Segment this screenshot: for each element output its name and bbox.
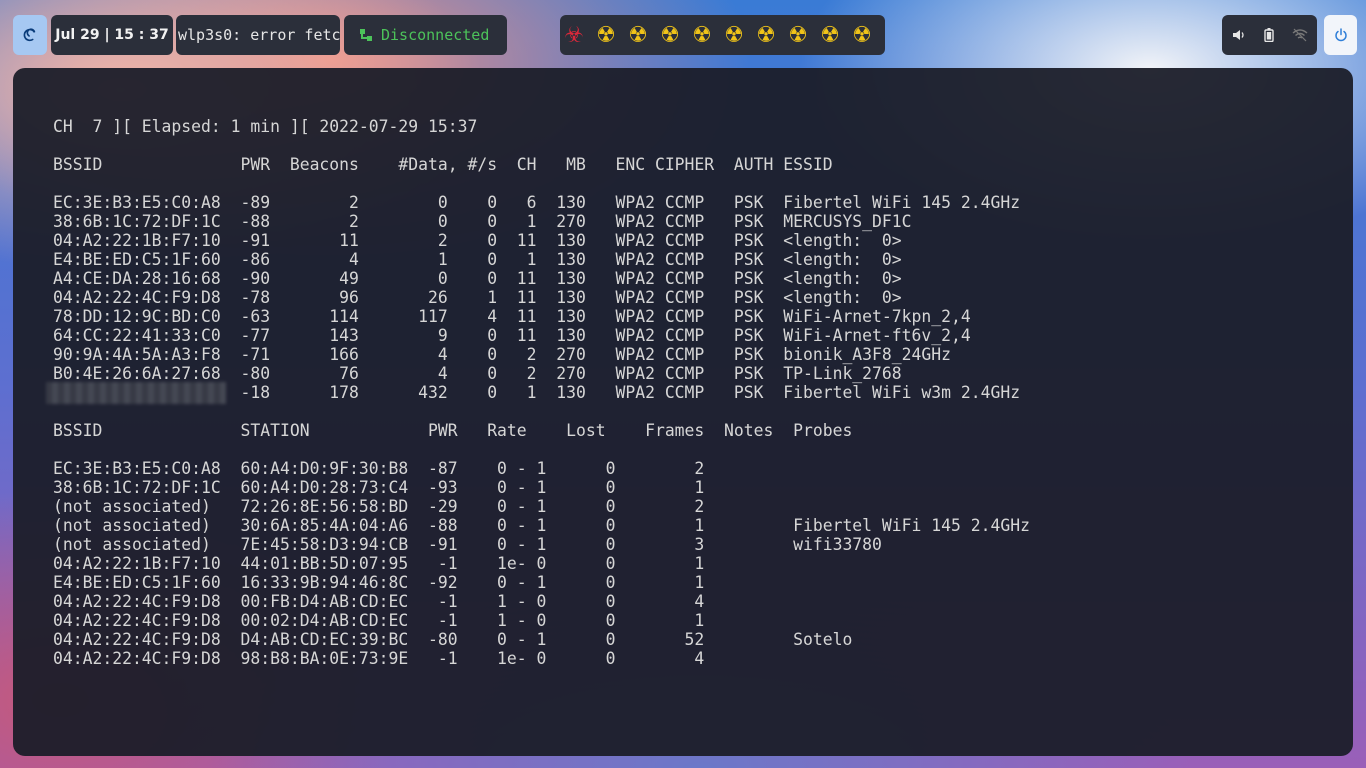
workspace-6-radioactive-icon[interactable]: ☢ <box>722 23 746 48</box>
station-row: 04:A2:22:4C:F9:D8 98:B8:BA:0E:73:9E -1 1… <box>53 649 705 668</box>
station-row: (not associated) 72:26:8E:56:58:BD -29 0… <box>53 497 705 516</box>
terminal-window[interactable]: CH 7 ][ Elapsed: 1 min ][ 2022-07-29 15:… <box>13 68 1353 756</box>
ap-row: EC:3E:B3:E5:C0:A8 -89 2 0 0 6 130 WPA2 C… <box>53 193 1021 212</box>
workspace-1-biohazard-icon[interactable]: ☣ <box>562 23 586 48</box>
workspace-8-radioactive-icon[interactable]: ☢ <box>786 23 810 48</box>
workspace-9-radioactive-icon[interactable]: ☢ <box>818 23 842 48</box>
ap-table: EC:3E:B3:E5:C0:A8 -89 2 0 0 6 130 WPA2 C… <box>53 193 1030 402</box>
status-line: CH 7 ][ Elapsed: 1 min ][ 2022-07-29 15:… <box>53 117 478 136</box>
station-row: EC:3E:B3:E5:C0:A8 60:A4:D0:9F:30:B8 -87 … <box>53 459 705 478</box>
ap-row: B0:4E:26:6A:27:68 -80 76 4 0 2 270 WPA2 … <box>53 364 902 383</box>
ap-row: A4:CE:DA:28:16:68 -90 49 0 0 11 130 WPA2… <box>53 269 902 288</box>
station-row: 04:A2:22:1B:F7:10 44:01:BB:5D:07:95 -1 1… <box>53 554 705 573</box>
station-row: 04:A2:22:4C:F9:D8 D4:AB:CD:EC:39:BC -80 … <box>53 630 853 649</box>
ap-row: 04:A2:22:4C:F9:D8 -78 96 26 1 11 130 WPA… <box>53 288 902 307</box>
ap-row: 78:DD:12:9C:BD:C0 -63 114 117 4 11 130 W… <box>53 307 971 326</box>
connection-status[interactable]: Disconnected <box>344 15 507 55</box>
workspace-4-radioactive-icon[interactable]: ☢ <box>658 23 682 48</box>
ap-row: 38:6B:1C:72:DF:1C -88 2 0 0 1 270 WPA2 C… <box>53 212 912 231</box>
station-table: EC:3E:B3:E5:C0:A8 60:A4:D0:9F:30:B8 -87 … <box>53 459 1030 668</box>
clock[interactable]: Jul 29 | 15 : 37 <box>51 15 173 55</box>
workspace-bar: ☣ ☢ ☢ ☢ ☢ ☢ ☢ ☢ ☢ ☢ <box>560 15 885 55</box>
ap-row: -18 178 432 0 1 130 WPA2 CCMP PSK Fibert… <box>53 383 1021 402</box>
volume-icon[interactable] <box>1232 28 1246 42</box>
launcher-button[interactable] <box>13 15 47 55</box>
ap-row: E4:BE:ED:C5:1F:60 -86 4 1 0 1 130 WPA2 C… <box>53 250 902 269</box>
network-status-text: wlp3s0: error fetc <box>178 26 340 44</box>
workspace-7-radioactive-icon[interactable]: ☢ <box>754 23 778 48</box>
terminal-output: CH 7 ][ Elapsed: 1 min ][ 2022-07-29 15:… <box>53 117 1030 668</box>
clock-text: Jul 29 | 15 : 37 <box>55 27 169 43</box>
vpn-status-icon <box>360 29 372 41</box>
system-tray <box>1222 15 1317 55</box>
station-row: E4:BE:ED:C5:1F:60 16:33:9B:94:46:8C -92 … <box>53 573 705 592</box>
network-status: wlp3s0: error fetc <box>176 15 340 55</box>
debian-logo-icon <box>23 28 36 42</box>
station-row: (not associated) 7E:45:58:D3:94:CB -91 0… <box>53 535 882 554</box>
workspace-2-radioactive-icon[interactable]: ☢ <box>594 23 618 48</box>
wifi-icon[interactable] <box>1292 28 1308 42</box>
workspace-10-radioactive-icon[interactable]: ☢ <box>850 23 874 48</box>
ap-row: 04:A2:22:1B:F7:10 -91 11 2 0 11 130 WPA2… <box>53 231 902 250</box>
workspace-3-radioactive-icon[interactable]: ☢ <box>626 23 650 48</box>
station-row: 04:A2:22:4C:F9:D8 00:02:D4:AB:CD:EC -1 1… <box>53 611 705 630</box>
ap-row: 90:9A:4A:5A:A3:F8 -71 166 4 0 2 270 WPA2… <box>53 345 951 364</box>
station-row: (not associated) 30:6A:85:4A:04:A6 -88 0… <box>53 516 1030 535</box>
station-row: 04:A2:22:4C:F9:D8 00:FB:D4:AB:CD:EC -1 1… <box>53 592 705 611</box>
power-icon <box>1334 28 1347 42</box>
station-row: 38:6B:1C:72:DF:1C 60:A4:D0:28:73:C4 -93 … <box>53 478 705 497</box>
power-button[interactable] <box>1324 15 1357 55</box>
battery-icon[interactable] <box>1263 28 1274 42</box>
ap-row: 64:CC:22:41:33:C0 -77 143 9 0 11 130 WPA… <box>53 326 971 345</box>
ap-table-header: BSSID PWR Beacons #Data, #/s CH MB ENC C… <box>53 155 833 174</box>
connection-status-text: Disconnected <box>381 26 490 44</box>
workspace-5-radioactive-icon[interactable]: ☢ <box>690 23 714 48</box>
station-table-header: BSSID STATION PWR Rate Lost Frames Notes… <box>53 421 853 440</box>
